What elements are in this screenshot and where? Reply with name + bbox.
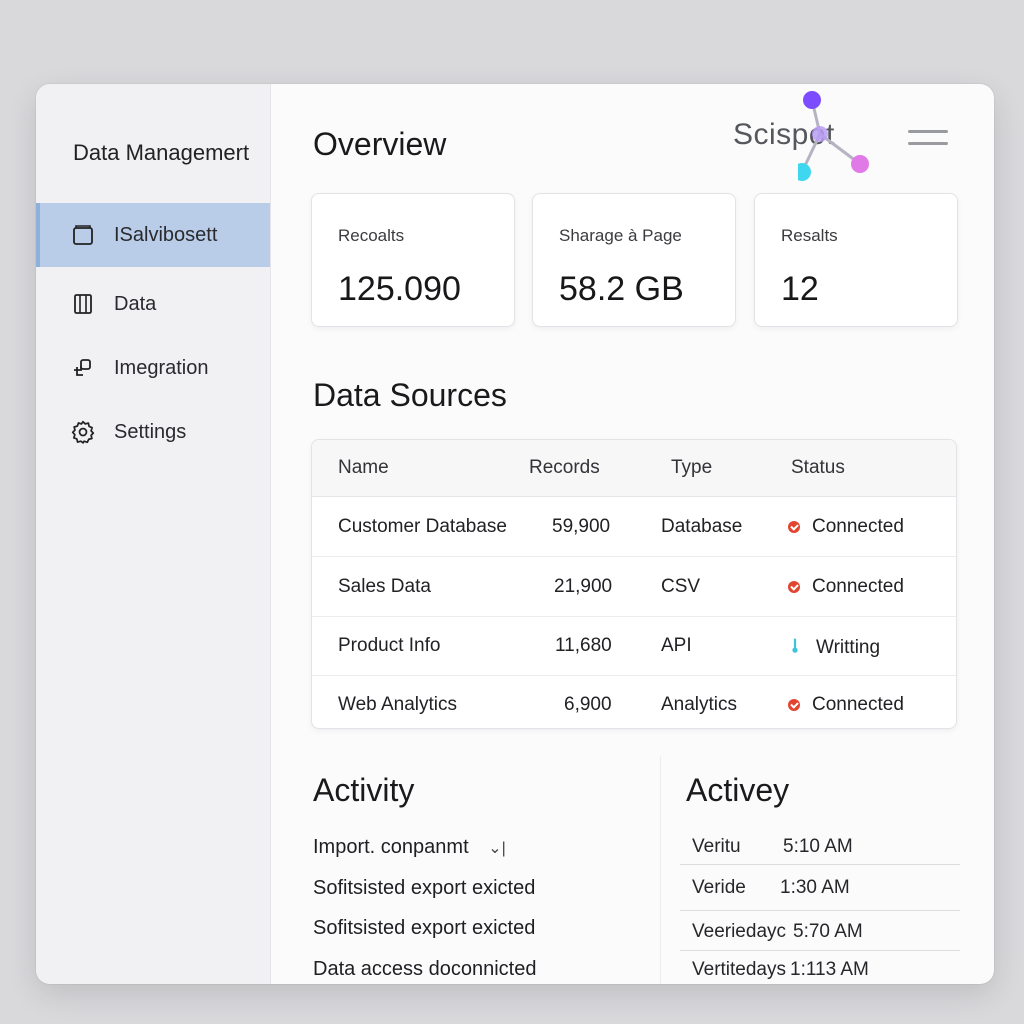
stat-label: Recoalts — [338, 226, 405, 245]
gear-icon — [70, 419, 96, 445]
sidebar-item-label: Data — [114, 292, 157, 315]
activity-item: Sofitsisted export exicted — [313, 877, 536, 899]
sidebar-item-label: ISalvibosett — [114, 223, 218, 246]
logo-molecule-icon — [798, 91, 869, 181]
log-time: 1:113 AM — [790, 959, 869, 980]
cell-name: Sales Data — [338, 576, 431, 597]
status-label: Connected — [812, 516, 904, 537]
divider — [680, 910, 960, 911]
sidebar-item-label: Settings — [114, 420, 187, 443]
column-header-type[interactable]: Type — [671, 457, 712, 479]
cell-records: 11,680 — [555, 635, 612, 656]
main-content: Overview Scispot Recoalts 125.090 Sharag… — [270, 84, 994, 984]
table-row[interactable]: Product Info 11,680 API Writting — [312, 616, 956, 676]
table-header: Name Records Type Status — [312, 440, 956, 497]
cell-type: Analytics — [661, 694, 738, 715]
table-row[interactable]: Sales Data 21,900 CSV Connected — [312, 557, 956, 617]
data-sources-table: Name Records Type Status Customer Databa… — [311, 439, 957, 729]
cell-records: 59,900 — [552, 516, 611, 537]
stat-value: 125.090 — [338, 270, 461, 308]
divider — [680, 864, 960, 865]
activity-item: Data access doconnicted — [313, 958, 537, 980]
log-time: 5:70 AM — [793, 921, 863, 942]
app-window: Data Managemert ISalvibosett Data Imegra… — [36, 84, 994, 984]
sidebar-item-label: Imegration — [114, 356, 209, 379]
column-header-records[interactable]: Records — [529, 457, 600, 479]
chevron-down-icon[interactable]: ⌄| — [488, 840, 506, 857]
column-header-status[interactable]: Status — [791, 457, 845, 479]
database-icon — [70, 291, 96, 317]
sidebar-item-integration[interactable]: Imegration — [36, 336, 270, 400]
section-title-activity: Activity — [313, 772, 415, 808]
status-label: Connected — [812, 694, 904, 715]
stat-card: Resalts 12 — [754, 193, 958, 327]
sidebar: Data Managemert ISalvibosett Data Imegra… — [36, 84, 271, 984]
table-row[interactable]: Web Analytics 6,900 Analytics Connected — [312, 675, 956, 728]
cell-type: CSV — [661, 576, 701, 597]
log-label: Veride — [692, 877, 746, 898]
stat-label: Sharage à Page — [559, 226, 682, 245]
status-label: Writting — [816, 637, 881, 658]
folder-icon — [70, 222, 96, 248]
sidebar-item-data[interactable]: Data — [36, 272, 270, 336]
log-label: Veeriedayc — [692, 921, 787, 942]
stat-value: 58.2 GB — [559, 270, 684, 308]
cell-status: Connected — [788, 576, 904, 598]
cell-name: Customer Database — [338, 516, 507, 537]
log-label: Vertitedays — [692, 959, 786, 980]
activity-item[interactable]: Import. conpanmt ⌄| — [313, 836, 506, 859]
page-title: Overview — [313, 126, 447, 162]
app-title: Data Managemert — [73, 140, 250, 165]
divider — [680, 950, 960, 951]
sidebar-item-settings[interactable]: Settings — [36, 400, 270, 464]
activity-item: Sofitsisted export exicted — [313, 917, 536, 939]
table-row[interactable]: Customer Database 59,900 Database Connec… — [312, 497, 956, 557]
thermometer-icon — [792, 638, 798, 653]
stat-card: Sharage à Page 58.2 GB — [532, 193, 736, 327]
check-circle-icon — [788, 581, 800, 593]
cell-records: 21,900 — [554, 576, 613, 597]
cell-status: Connected — [788, 516, 904, 538]
stat-card: Recoalts 125.090 — [311, 193, 515, 327]
check-circle-icon — [788, 521, 800, 533]
cell-name: Product Info — [338, 635, 441, 656]
cell-name: Web Analytics — [338, 694, 457, 715]
check-circle-icon — [788, 699, 800, 711]
integration-icon — [70, 355, 96, 381]
cell-records: 6,900 — [564, 694, 612, 715]
status-label: Connected — [812, 576, 904, 597]
stat-value: 12 — [781, 270, 819, 308]
column-header-name[interactable]: Name — [338, 457, 389, 479]
log-label: Veritu — [692, 836, 741, 857]
cell-status: Connected — [788, 694, 904, 716]
cell-type: Database — [661, 516, 743, 537]
cell-type: API — [661, 635, 692, 656]
menu-icon[interactable] — [908, 130, 948, 150]
divider — [660, 756, 661, 984]
section-title-activey: Activey — [686, 772, 790, 808]
stat-label: Resalts — [781, 226, 838, 245]
log-time: 1:30 AM — [780, 877, 850, 898]
sidebar-item-isalvibosett[interactable]: ISalvibosett — [36, 203, 270, 267]
log-time: 5:10 AM — [783, 836, 853, 857]
cell-status: Writting — [788, 635, 880, 659]
section-title-data-sources: Data Sources — [313, 377, 507, 413]
